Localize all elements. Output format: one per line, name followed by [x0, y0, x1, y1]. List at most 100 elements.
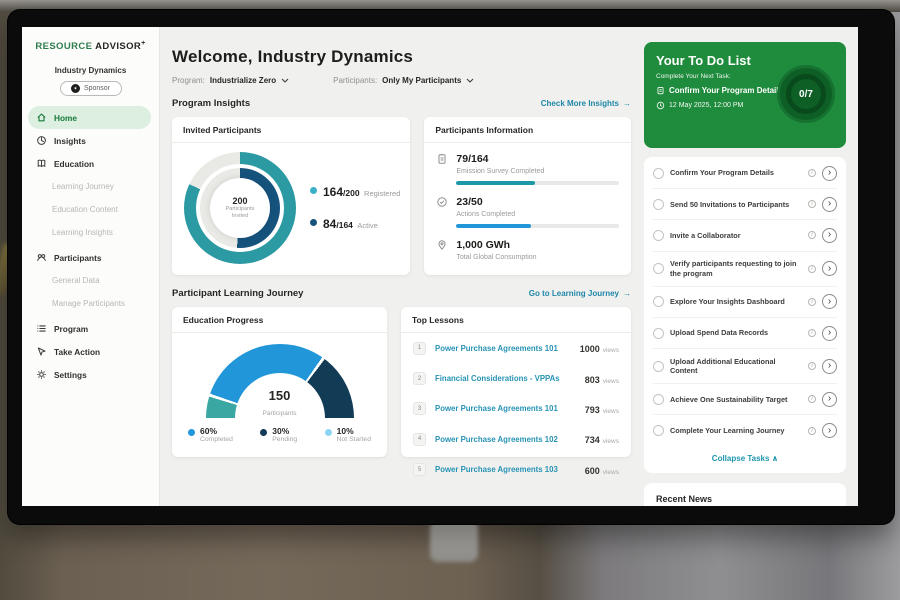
sidebar-item-label: Learning Insights [52, 228, 113, 237]
task-checkbox[interactable] [653, 230, 664, 241]
dashboard-screen: RESOURCE ADVISOR+ Industry Dynamics ✶ Sp… [22, 27, 858, 506]
task-open-button[interactable]: › [822, 423, 837, 438]
insights-icon [36, 135, 47, 146]
legend-item-not-started: 10% Not Started [325, 427, 371, 443]
filter-label: Program: [172, 76, 205, 85]
stat-global-consumption: 1,000 GWh Total Global Consumption [424, 229, 631, 261]
sidebar-item-participants[interactable]: Participants [22, 246, 159, 269]
sidebar-item-insights[interactable]: Insights [22, 129, 159, 152]
sidebar: RESOURCE ADVISOR+ Industry Dynamics ✶ Sp… [22, 27, 160, 506]
clipboard-icon [656, 86, 665, 95]
invited-participants-donut: 200 Participants Invited [184, 152, 296, 264]
book-icon [36, 158, 47, 169]
info-icon: i [808, 298, 816, 306]
cursor-icon [36, 346, 47, 357]
sidebar-item-label: Program [54, 324, 88, 334]
sidebar-item-label: General Data [52, 276, 100, 285]
go-to-learning-journey-link[interactable]: Go to Learning Journey → [529, 289, 631, 298]
sidebar-item-learning-insights[interactable]: Learning Insights [22, 221, 159, 244]
sidebar-item-education[interactable]: Education [22, 152, 159, 175]
gear-icon [36, 369, 47, 380]
sidebar-item-label: Learning Journey [52, 182, 114, 191]
sponsor-badge: ✶ Sponsor [60, 81, 122, 96]
legend-dot [310, 219, 317, 226]
task-checkbox[interactable] [653, 425, 664, 436]
task-open-button[interactable]: › [822, 228, 837, 243]
task-checkbox[interactable] [653, 296, 664, 307]
lesson-link[interactable]: Power Purchase Agreements 103 [435, 465, 576, 474]
sidebar-item-label: Education Content [52, 205, 118, 214]
sponsor-label: Sponsor [84, 85, 110, 92]
stat-actions-completed: 23/50 Actions Completed [424, 186, 631, 228]
lesson-link[interactable]: Power Purchase Agreements 101 [435, 344, 571, 353]
task-open-button[interactable]: › [822, 261, 837, 276]
sidebar-item-education-content[interactable]: Education Content [22, 198, 159, 221]
page-title: Welcome, Industry Dynamics [172, 47, 631, 67]
actions-icon [436, 195, 448, 207]
recent-news-title: Recent News [656, 494, 834, 504]
brand-primary: RESOURCE [35, 41, 92, 52]
task-open-button[interactable]: › [822, 166, 837, 181]
lesson-link[interactable]: Power Purchase Agreements 102 [435, 435, 576, 444]
task-open-button[interactable]: › [822, 197, 837, 212]
sidebar-item-label: Education [54, 159, 94, 169]
legend-item-registered: 164/200 Registered [310, 183, 400, 201]
sidebar-item-general-data[interactable]: General Data [22, 269, 159, 292]
legend-dot [260, 429, 267, 436]
card-title: Education Progress [172, 307, 387, 333]
lesson-row: 1 Power Purchase Agreements 101 1000view… [401, 333, 631, 363]
sidebar-item-learning-journey[interactable]: Learning Journey [22, 175, 159, 198]
task-checkbox[interactable] [653, 394, 664, 405]
sidebar-item-settings[interactable]: Settings [22, 363, 159, 386]
task-checkbox[interactable] [653, 361, 664, 372]
task-row: Send 50 Invitations to Participants i › [653, 189, 837, 220]
task-open-button[interactable]: › [822, 326, 837, 341]
program-filter-dropdown[interactable]: Program: Industrialize Zero [172, 76, 289, 85]
sidebar-item-label: Insights [54, 136, 86, 146]
lesson-row: 3 Power Purchase Agreements 101 793views [401, 394, 631, 424]
learning-journey-header: Participant Learning Journey Go to Learn… [172, 288, 631, 299]
task-checkbox[interactable] [653, 263, 664, 274]
task-open-button[interactable]: › [822, 359, 837, 374]
lesson-link[interactable]: Financial Considerations - VPPAs [435, 374, 576, 383]
gauge-center-label: Participants [263, 410, 297, 417]
info-icon: i [808, 329, 816, 337]
task-open-button[interactable]: › [822, 294, 837, 309]
participants-filter-dropdown[interactable]: Participants: Only My Participants [333, 76, 474, 85]
task-open-button[interactable]: › [822, 392, 837, 407]
lesson-rank: 3 [413, 402, 426, 415]
sidebar-item-take-action[interactable]: Take Action [22, 340, 159, 363]
link-label: Check More Insights [541, 99, 619, 108]
arrow-right-icon: → [623, 99, 631, 108]
sidebar-item-home[interactable]: Home [28, 106, 151, 129]
org-name: Industry Dynamics [22, 66, 159, 75]
info-icon: i [808, 231, 816, 239]
participants-information-card: Participants Information 79/164 Emission… [424, 117, 631, 275]
lesson-rank: 2 [413, 372, 426, 385]
task-checkbox[interactable] [653, 328, 664, 339]
task-checkbox[interactable] [653, 168, 664, 179]
clock-icon [656, 101, 665, 110]
check-more-insights-link[interactable]: Check More Insights → [541, 99, 631, 108]
scene: RESOURCE ADVISOR+ Industry Dynamics ✶ Sp… [0, 0, 900, 600]
actions-completed-progressbar [456, 224, 619, 228]
section-title: Participant Learning Journey [172, 288, 303, 299]
card-title: Invited Participants [172, 117, 410, 143]
chevron-down-icon [466, 78, 474, 83]
todo-progress-value: 0/7 [799, 89, 813, 100]
collapse-tasks-link[interactable]: Collapse Tasks ∧ [653, 446, 837, 472]
lesson-row: 5 Power Purchase Agreements 103 600views [401, 455, 631, 485]
task-row: Upload Additional Educational Content i … [653, 349, 837, 384]
todo-task-list: Confirm Your Program Details i › Send 50… [644, 157, 846, 473]
lesson-link[interactable]: Power Purchase Agreements 101 [435, 404, 576, 413]
chevron-up-icon: ∧ [772, 454, 779, 463]
sidebar-item-manage-participants[interactable]: Manage Participants [22, 292, 159, 315]
stat-emission-survey: 79/164 Emission Survey Completed [424, 143, 631, 185]
info-icon: i [808, 265, 816, 273]
sidebar-item-program[interactable]: Program [22, 317, 159, 340]
task-checkbox[interactable] [653, 199, 664, 210]
card-title: Top Lessons [401, 307, 631, 333]
task-row: Complete Your Learning Journey i › [653, 415, 837, 445]
pin-icon [436, 238, 448, 250]
sidebar-item-label: Home [54, 113, 77, 123]
